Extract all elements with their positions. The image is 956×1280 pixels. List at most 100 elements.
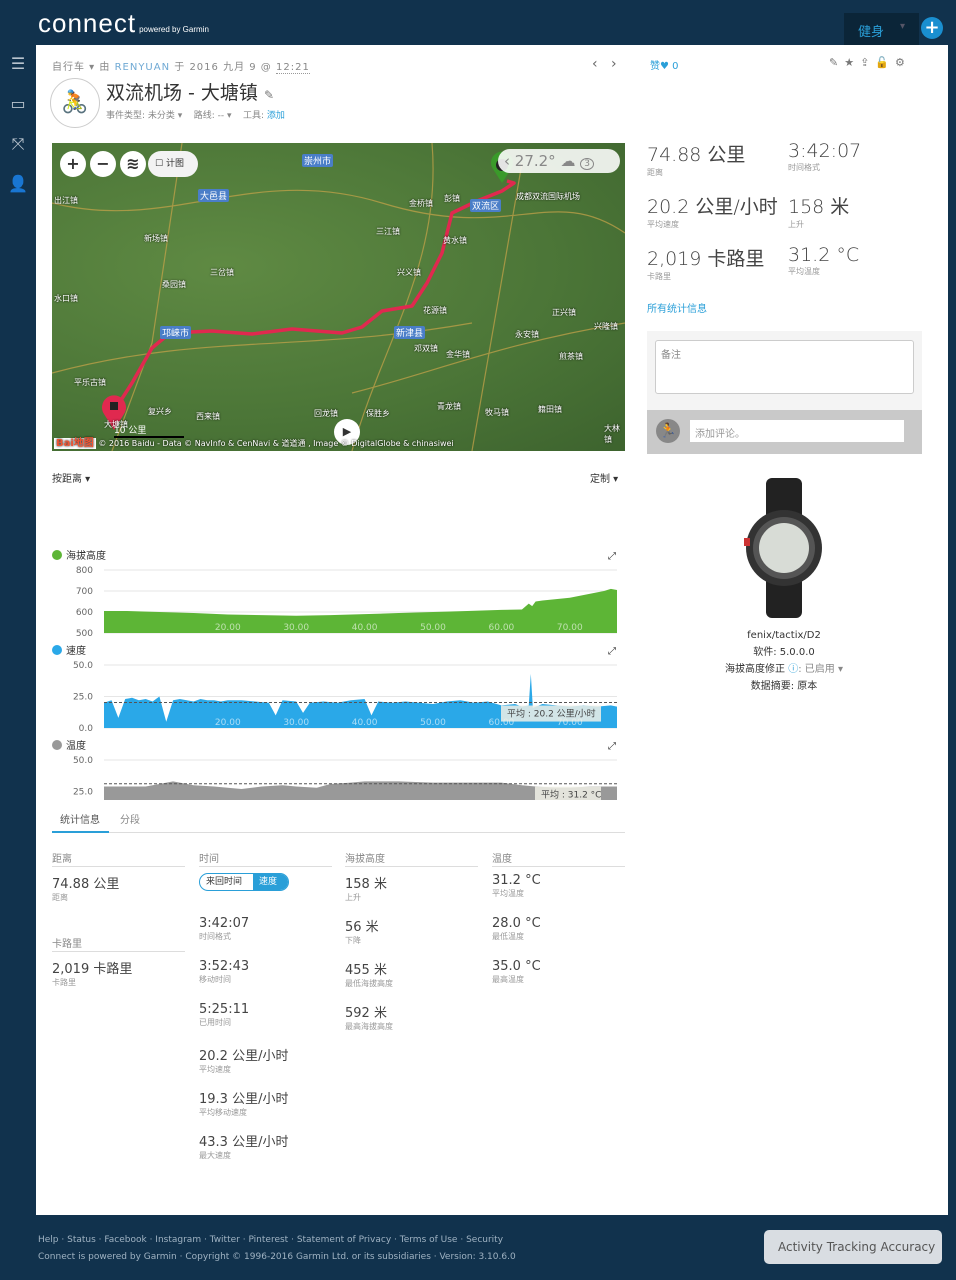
tab-laps[interactable]: 分段 bbox=[120, 811, 140, 826]
x-tick-label: 70.00 bbox=[557, 623, 583, 633]
footer-link[interactable]: Status bbox=[67, 1235, 96, 1245]
y-tick-label: 700 bbox=[76, 587, 93, 597]
elevation-correction-dropdown[interactable]: : 已启用 ▾ bbox=[798, 664, 843, 675]
user-icon[interactable]: 👤 bbox=[0, 165, 36, 205]
notes-input[interactable]: 备注 bbox=[655, 340, 914, 394]
footer-link[interactable]: Help bbox=[38, 1235, 59, 1245]
copyright: Connect is powered by Garmin · Copyright… bbox=[38, 1252, 516, 1262]
customize-charts-dropdown[interactable]: 定制 ▾ bbox=[590, 470, 618, 485]
add-gear-link[interactable]: 添加 bbox=[267, 111, 285, 121]
all-stats-link[interactable]: 所有统计信息 bbox=[647, 300, 707, 315]
footer-link[interactable]: Security bbox=[466, 1235, 503, 1245]
map-city: 新津县 bbox=[394, 326, 426, 339]
edit-title-icon[interactable]: ✎ bbox=[264, 88, 274, 102]
map-city: 大邑县 bbox=[198, 189, 230, 202]
map-town-label: 兴义镇 bbox=[397, 268, 421, 277]
y-tick-label: 50.0 bbox=[73, 661, 93, 671]
map-town-label: 西来镇 bbox=[196, 412, 220, 421]
inbox-icon[interactable]: ▭ bbox=[0, 85, 36, 125]
elevation-correction-label: 海拔高度修正 bbox=[725, 664, 786, 675]
gear-icon[interactable]: ⚙ bbox=[895, 56, 911, 69]
toggle-speed[interactable]: 速度 bbox=[253, 874, 288, 890]
x-tick-label: 30.00 bbox=[283, 623, 309, 633]
summary-stat: 3:42:07 时间格式 bbox=[788, 140, 862, 172]
footer-link[interactable]: Twitter bbox=[210, 1235, 240, 1245]
expand-chart-icon[interactable]: ⤢ bbox=[608, 646, 616, 657]
stat-item: 43.3 公里/小时 最大速度 bbox=[199, 1135, 289, 1160]
map-town-label: 新场镇 bbox=[144, 234, 168, 243]
expand-chart-icon[interactable]: ⤢ bbox=[608, 741, 616, 752]
stat-item: 3:42:07 时间格式 bbox=[199, 916, 250, 941]
add-button[interactable]: + bbox=[921, 17, 943, 39]
date-text: 于 2016 九月 9 @ bbox=[174, 62, 272, 73]
map-town-label: 成都双流国际机场 bbox=[516, 192, 580, 201]
prev-activity-icon[interactable]: ‹ bbox=[592, 56, 598, 72]
stats-column-distance: 距离 74.88 公里 距离 bbox=[52, 850, 185, 902]
map-city: 双流区 bbox=[470, 199, 502, 212]
layers-button[interactable]: ≋ bbox=[120, 151, 146, 177]
activity-title[interactable]: 双流机场 - 大塘镇 ✎ bbox=[106, 78, 274, 105]
tab-stats[interactable]: 统计信息 bbox=[52, 811, 109, 833]
weather-widget[interactable]: ‹ 27.2° ☁ 3 bbox=[498, 149, 620, 173]
footer-link[interactable]: Facebook bbox=[104, 1235, 146, 1245]
lock-icon[interactable]: 🔓 bbox=[875, 56, 895, 69]
runner-avatar-icon: 🏃 bbox=[656, 419, 680, 443]
zoom-out-button[interactable]: − bbox=[90, 151, 116, 177]
comment-input[interactable]: 添加评论。 bbox=[690, 420, 904, 442]
user-link[interactable]: RENYUAN bbox=[115, 62, 171, 73]
legend-label[interactable]: 温度 bbox=[66, 739, 86, 752]
expand-chart-icon[interactable]: ⤢ bbox=[608, 551, 616, 562]
chart-1: 速度 ⤢50.025.00.020.00 30.00 40.00 50.00 60.00 7… bbox=[52, 644, 617, 734]
stats-column-time: 时间 来回时间 速度 3:42:07 时间格式 3:52:43 移动时间 5:25:11 已用时… bbox=[199, 850, 332, 1160]
garmin-connect-logo[interactable]: connect powered by Garmin bbox=[38, 8, 209, 39]
stat-item: 158 米上升 bbox=[345, 877, 387, 902]
footer-link[interactable]: Terms of Use bbox=[400, 1235, 458, 1245]
x-axis-mode-dropdown[interactable]: 按距离 ▾ bbox=[52, 470, 90, 485]
start-time[interactable]: 12:21 bbox=[275, 62, 310, 74]
summary-stat: 158 米上升 bbox=[788, 196, 850, 229]
fitness-menu-caret[interactable]: ▾ bbox=[900, 21, 905, 32]
map-checkbox[interactable]: ☐ 计图 bbox=[148, 151, 198, 177]
fitness-menu-button[interactable]: 健身 ▾ bbox=[844, 13, 919, 45]
legend-label[interactable]: 海拔高度 bbox=[66, 549, 106, 562]
activity-tracking-accuracy-button[interactable]: Activity Tracking Accuracy bbox=[764, 1230, 942, 1264]
activity-toolbar: ✎★⇪🔓⚙ bbox=[829, 56, 911, 69]
legend-dot bbox=[52, 550, 62, 560]
legend-label[interactable]: 速度 bbox=[66, 644, 86, 657]
toggle-pace[interactable]: 来回时间 bbox=[200, 874, 248, 890]
stat-item: 35.0 °C 最高温度 bbox=[492, 959, 541, 984]
footer-link[interactable]: Pinterest bbox=[248, 1235, 288, 1245]
map-town-label: 永安镇 bbox=[515, 330, 539, 339]
menu-icon[interactable]: ☰ bbox=[0, 45, 36, 85]
map-town-label: 煎茶镇 bbox=[559, 352, 583, 361]
y-tick-label: 25.0 bbox=[73, 788, 93, 798]
route-map[interactable]: + − ≋ ☐ 计图 ‹ 27.2° ☁ 3 崇州市 大邑县 邛崃市 新津县 双… bbox=[52, 143, 625, 451]
x-tick-label: 50.00 bbox=[420, 718, 446, 728]
footer-link[interactable]: Statement of Privacy bbox=[297, 1235, 391, 1245]
stat-item: 74.88 公里 距离 bbox=[52, 877, 120, 902]
stat-item: 5:25:11 已用时间 bbox=[199, 1002, 250, 1027]
edit-icon[interactable]: ✎ bbox=[829, 56, 844, 69]
help-icon[interactable]: ⓘ bbox=[788, 664, 798, 675]
footer: Help · Status · Facebook · Instagram · T… bbox=[38, 1232, 516, 1266]
activity-type-dropdown[interactable]: 自行车 ▾ bbox=[52, 62, 95, 73]
stats-column-calories: 卡路里 2,019 卡路里 卡路里 bbox=[52, 935, 185, 987]
footer-link[interactable]: Instagram bbox=[155, 1235, 201, 1245]
map-town-label: 平乐古镇 bbox=[74, 378, 106, 387]
share-icon[interactable]: ⇪ bbox=[860, 56, 875, 69]
next-activity-icon[interactable]: › bbox=[611, 56, 617, 72]
route-dropdown[interactable]: 路线: -- ▾ bbox=[194, 111, 232, 121]
time-speed-toggle[interactable]: 来回时间 速度 bbox=[199, 873, 289, 891]
event-type-dropdown[interactable]: 事件类型: 未分类 ▾ bbox=[106, 111, 182, 121]
stat-item: 3:52:43 移动时间 bbox=[199, 959, 250, 984]
cloud-icon: ☁ bbox=[560, 152, 576, 170]
chart-0: 海拔高度 ⤢ 800 700 600 500 20.00 30.00 40.00 50.00 60.… bbox=[52, 549, 617, 639]
like-button[interactable]: 赞♥ 0 bbox=[650, 57, 679, 72]
star-icon[interactable]: ★ bbox=[844, 56, 860, 69]
map-town-label: 保胜乡 bbox=[366, 409, 390, 418]
stat-item: 56 米下降 bbox=[345, 920, 379, 945]
stat-item: 455 米最低海拔高度 bbox=[345, 963, 393, 988]
x-tick-label: 40.00 bbox=[352, 718, 378, 728]
zoom-in-button[interactable]: + bbox=[60, 151, 86, 177]
connections-icon[interactable]: ⤧ bbox=[0, 125, 36, 165]
